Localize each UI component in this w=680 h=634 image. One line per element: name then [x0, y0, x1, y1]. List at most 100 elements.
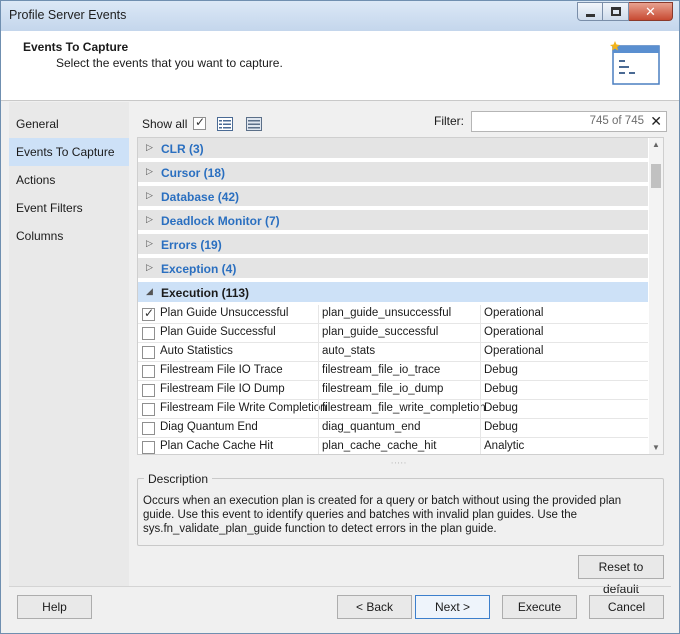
- footer-divider: [9, 586, 671, 587]
- group-name: Cursor (18): [161, 166, 226, 180]
- back-button[interactable]: < Back: [337, 595, 412, 619]
- scroll-up-arrow-icon[interactable]: ▲: [652, 140, 660, 149]
- event-display-name: Filestream File IO Dump: [160, 383, 285, 395]
- event-checkbox[interactable]: [142, 422, 155, 435]
- event-channel: Analytic: [484, 440, 525, 452]
- maximize-button[interactable]: [603, 2, 629, 21]
- event-display-name: Filestream File IO Trace: [160, 364, 283, 376]
- splitter-grip-icon[interactable]: ∙∙∙∙∙: [391, 458, 407, 467]
- event-channel: Operational: [484, 345, 544, 357]
- event-checkbox[interactable]: [142, 365, 155, 378]
- expand-arrow-icon[interactable]: ▷: [146, 214, 153, 225]
- filter-input[interactable]: 745 of 745 ✕: [471, 111, 667, 132]
- group-row-errors[interactable]: ▷ Errors (19): [138, 234, 648, 256]
- collapse-all-icon[interactable]: [246, 117, 262, 131]
- group-row-clr[interactable]: ▷ CLR (3): [138, 138, 648, 160]
- event-list-icon: [610, 41, 660, 85]
- event-id: plan_cache_cache_hit: [322, 440, 437, 452]
- sidebar-item-columns[interactable]: Columns: [9, 222, 129, 250]
- list-scrollbar[interactable]: ▲ ▼: [649, 138, 663, 454]
- event-channel: Debug: [484, 421, 518, 433]
- expand-all-icon[interactable]: [217, 117, 233, 131]
- event-checkbox[interactable]: [142, 384, 155, 397]
- next-button[interactable]: Next >: [415, 595, 490, 619]
- group-name: Database (42): [161, 190, 240, 204]
- expand-arrow-icon[interactable]: ▷: [146, 166, 153, 177]
- group-name: Deadlock Monitor (7): [161, 214, 280, 228]
- event-row[interactable]: Filestream File Write Completion filestr…: [138, 400, 648, 419]
- events-tree-list[interactable]: ▷ CLR (3) ▷ Cursor (18) ▷ Database (42) …: [137, 137, 664, 455]
- scroll-down-arrow-icon[interactable]: ▼: [652, 443, 660, 452]
- group-row-deadlock-monitor[interactable]: ▷ Deadlock Monitor (7): [138, 210, 648, 232]
- column-divider: [480, 438, 481, 454]
- event-checkbox[interactable]: [142, 403, 155, 416]
- close-icon: ✕: [645, 4, 656, 19]
- scrollbar-thumb[interactable]: [651, 164, 661, 188]
- main-panel: Show all ✓ Filter: 745 of 745 ✕ ▷ CLR (3…: [129, 102, 679, 596]
- filter-count: 745 of 745: [589, 115, 644, 127]
- event-display-name: Plan Guide Unsuccessful: [160, 307, 289, 319]
- event-row[interactable]: Diag Quantum End diag_quantum_end Debug: [138, 419, 648, 438]
- event-row[interactable]: Plan Cache Cache Hit plan_cache_cache_hi…: [138, 438, 648, 454]
- column-divider: [318, 362, 319, 381]
- execute-button[interactable]: Execute: [502, 595, 577, 619]
- event-row[interactable]: ✓ Plan Guide Unsuccessful plan_guide_uns…: [138, 305, 648, 324]
- wizard-sidebar: General Events To Capture Actions Event …: [9, 102, 129, 586]
- event-display-name: Diag Quantum End: [160, 421, 258, 433]
- event-display-name: Auto Statistics: [160, 345, 233, 357]
- group-row-database[interactable]: ▷ Database (42): [138, 186, 648, 208]
- expand-arrow-icon[interactable]: ▷: [146, 262, 153, 273]
- column-divider: [480, 362, 481, 381]
- clear-filter-icon[interactable]: ✕: [650, 113, 662, 130]
- event-id: filestream_file_io_trace: [322, 364, 441, 376]
- sidebar-item-general[interactable]: General: [9, 110, 129, 138]
- maximize-icon: [611, 7, 621, 16]
- minimize-button[interactable]: [577, 2, 603, 21]
- show-all-checkbox[interactable]: ✓: [193, 115, 206, 130]
- event-channel: Debug: [484, 364, 518, 376]
- group-row-exception[interactable]: ▷ Exception (4): [138, 258, 648, 280]
- event-checkbox[interactable]: [142, 441, 155, 454]
- page-subtitle: Select the events that you want to captu…: [56, 56, 283, 70]
- column-divider: [480, 381, 481, 400]
- window-controls: ✕: [577, 2, 673, 21]
- event-row[interactable]: Plan Guide Successful plan_guide_success…: [138, 324, 648, 343]
- event-channel: Debug: [484, 402, 518, 414]
- group-name: Execution (113): [161, 286, 250, 300]
- column-divider: [318, 400, 319, 419]
- event-row[interactable]: Filestream File IO Dump filestream_file_…: [138, 381, 648, 400]
- column-divider: [318, 381, 319, 400]
- event-id: plan_guide_unsuccessful: [322, 307, 452, 319]
- column-divider: [480, 305, 481, 324]
- column-divider: [318, 419, 319, 438]
- event-checkbox[interactable]: ✓: [142, 306, 155, 321]
- event-channel: Debug: [484, 383, 518, 395]
- column-divider: [318, 343, 319, 362]
- column-divider: [480, 419, 481, 438]
- collapse-arrow-icon[interactable]: ◢: [146, 286, 153, 297]
- reset-to-default-button[interactable]: Reset to default: [578, 555, 664, 596]
- group-row-execution[interactable]: ◢ Execution (113): [138, 282, 648, 304]
- group-row-cursor[interactable]: ▷ Cursor (18): [138, 162, 648, 184]
- event-display-name: Plan Cache Cache Hit: [160, 440, 274, 452]
- event-checkbox[interactable]: [142, 327, 155, 340]
- close-button[interactable]: ✕: [629, 2, 673, 21]
- show-all-label: Show all: [142, 117, 188, 131]
- event-checkbox[interactable]: [142, 346, 155, 359]
- event-id: auto_stats: [322, 345, 376, 357]
- description-label: Description: [144, 472, 213, 486]
- sidebar-item-events-to-capture[interactable]: Events To Capture: [9, 138, 129, 166]
- event-row[interactable]: Auto Statistics auto_stats Operational: [138, 343, 648, 362]
- group-name: Errors (19): [161, 238, 222, 252]
- sidebar-item-event-filters[interactable]: Event Filters: [9, 194, 129, 222]
- cancel-button[interactable]: Cancel: [589, 595, 664, 619]
- help-button[interactable]: Help: [17, 595, 92, 619]
- checkmark-icon: ✓: [195, 115, 206, 129]
- title-bar: Profile Server Events ✕: [1, 1, 679, 31]
- expand-arrow-icon[interactable]: ▷: [146, 142, 153, 153]
- sidebar-item-actions[interactable]: Actions: [9, 166, 129, 194]
- event-row[interactable]: Filestream File IO Trace filestream_file…: [138, 362, 648, 381]
- expand-arrow-icon[interactable]: ▷: [146, 190, 153, 201]
- expand-arrow-icon[interactable]: ▷: [146, 238, 153, 249]
- event-id: filestream_file_io_dump: [322, 383, 444, 395]
